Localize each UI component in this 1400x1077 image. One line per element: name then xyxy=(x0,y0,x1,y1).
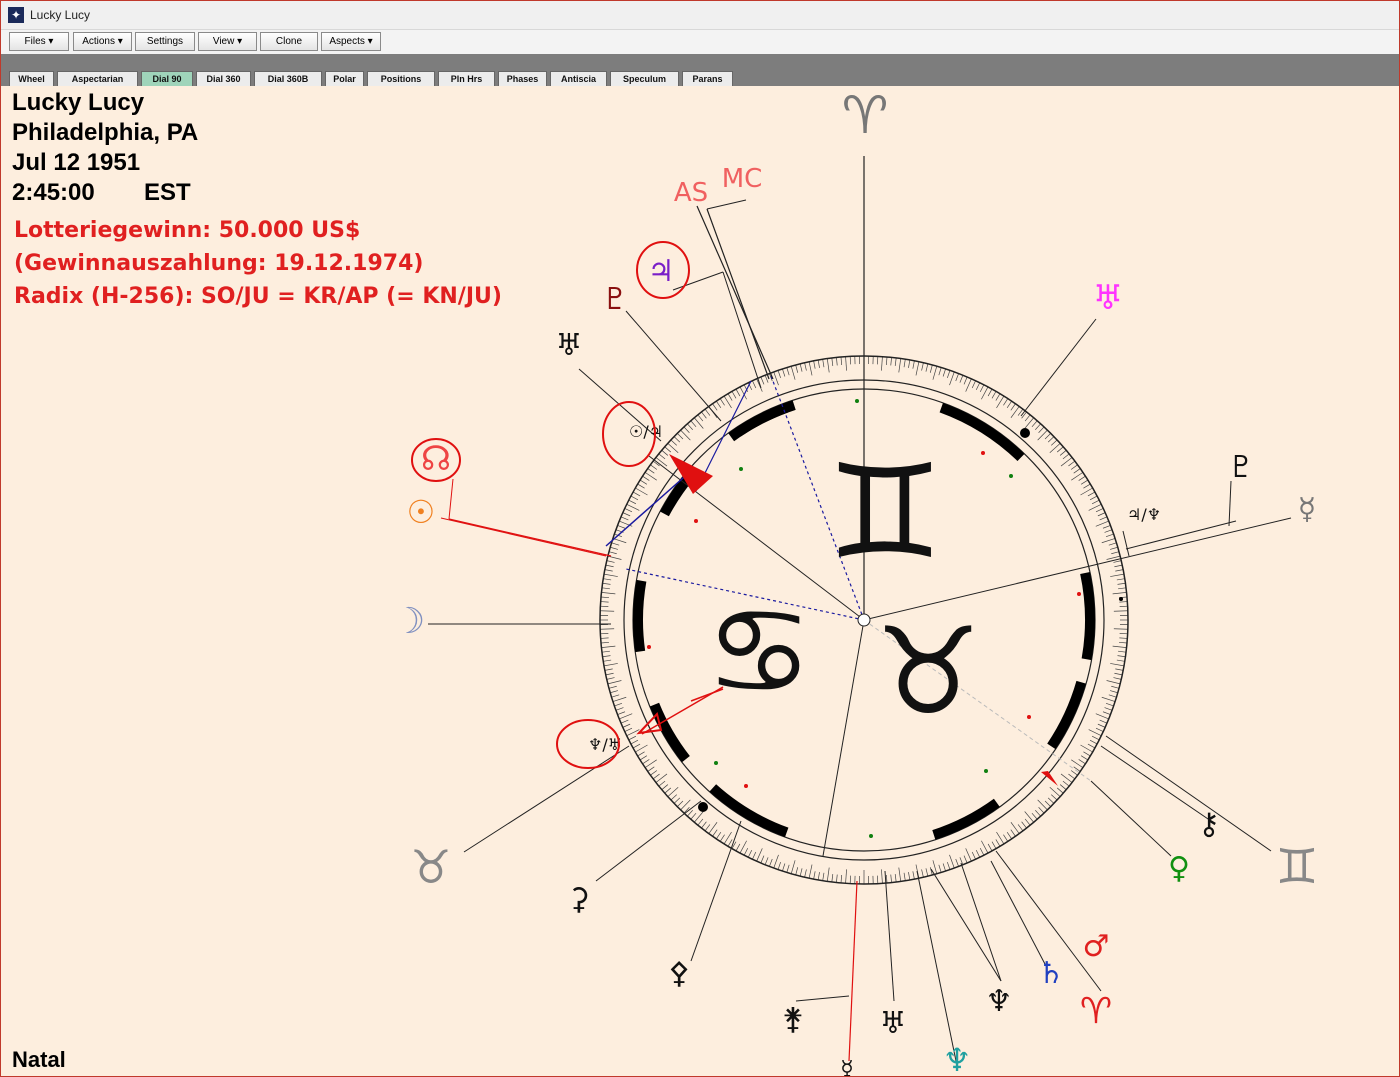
star-icon: ✦ xyxy=(8,7,24,23)
tab-wheel[interactable]: Wheel xyxy=(9,71,54,86)
tab-pln-hrs[interactable]: Pln Hrs xyxy=(438,71,495,86)
tab-dial-360[interactable]: Dial 360 xyxy=(196,71,251,86)
tab-strip: Wheel Aspectarian Dial 90 Dial 360 Dial … xyxy=(1,54,1399,86)
tab-phases[interactable]: Phases xyxy=(498,71,547,86)
tab-speculum[interactable]: Speculum xyxy=(610,71,679,86)
window-title: Lucky Lucy xyxy=(30,8,91,22)
chart-name: Lucky Lucy xyxy=(12,89,145,116)
tab-aspectarian[interactable]: Aspectarian xyxy=(57,71,138,86)
settings-button[interactable]: Settings xyxy=(135,32,195,51)
tab-positions[interactable]: Positions xyxy=(367,71,435,86)
files-menu-button[interactable]: Files ▾ xyxy=(9,32,69,51)
tab-parans[interactable]: Parans xyxy=(682,71,733,86)
tab-antiscia[interactable]: Antiscia xyxy=(550,71,607,86)
menu-bar: Files ▾ Actions ▾ Settings View ▾ Clone … xyxy=(1,30,1399,54)
app-window: ✦ Lucky Lucy Files ▾ Actions ▾ Settings … xyxy=(0,0,1400,1077)
clone-button[interactable]: Clone xyxy=(260,32,318,51)
view-menu-button[interactable]: View ▾ xyxy=(198,32,257,51)
annotation-payout: (Gewinnauszahlung: 19.12.1974) xyxy=(14,251,424,276)
title-bar: ✦ Lucky Lucy xyxy=(1,1,1399,30)
tab-dial-360b[interactable]: Dial 360B xyxy=(254,71,322,86)
tab-dial-90[interactable]: Dial 90 xyxy=(141,71,193,86)
chart-place: Philadelphia, PA xyxy=(12,119,199,146)
chart-date: Jul 12 1951 xyxy=(12,149,141,176)
annotation-radix: Radix (H-256): SO/JU = KR/AP (= KN/JU) xyxy=(14,284,502,309)
actions-menu-button[interactable]: Actions ▾ xyxy=(73,32,132,51)
aspects-menu-button[interactable]: Aspects ▾ xyxy=(321,32,381,51)
chart-zone: EST xyxy=(144,179,191,206)
tab-polar[interactable]: Polar xyxy=(325,71,364,86)
annotation-lottery: Lotteriegewinn: 50.000 US$ xyxy=(14,218,361,243)
chart-time: 2:45:00 xyxy=(12,179,95,206)
chart-type-label: Natal xyxy=(12,1047,66,1072)
